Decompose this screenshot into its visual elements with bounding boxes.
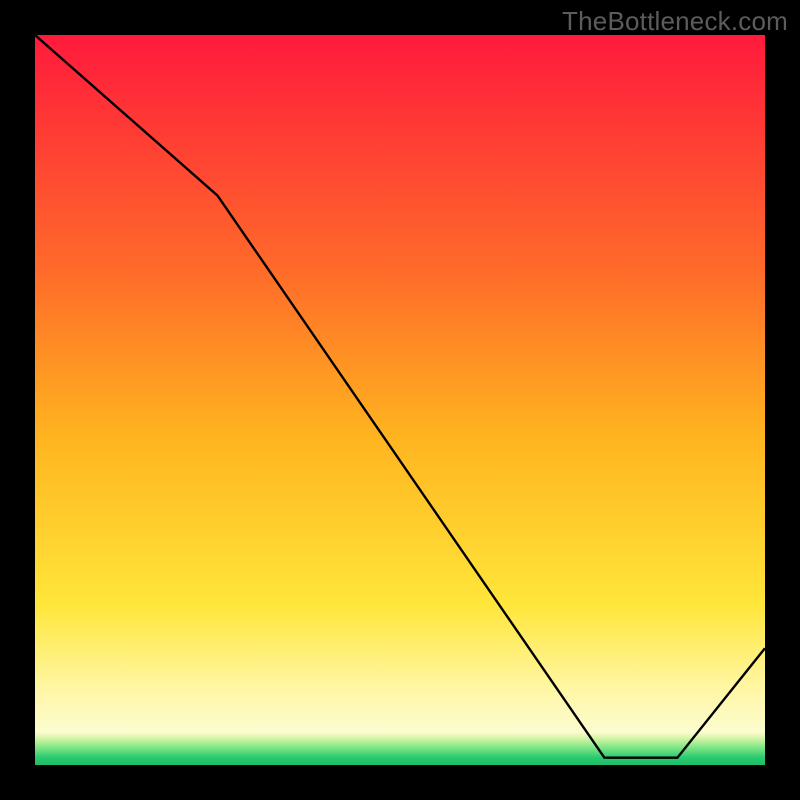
watermark-label: TheBottleneck.com xyxy=(562,6,788,37)
plot-svg xyxy=(35,35,765,765)
chart-container: TheBottleneck.com xyxy=(0,0,800,800)
gradient-bg xyxy=(35,35,765,765)
plot-area xyxy=(35,35,765,765)
